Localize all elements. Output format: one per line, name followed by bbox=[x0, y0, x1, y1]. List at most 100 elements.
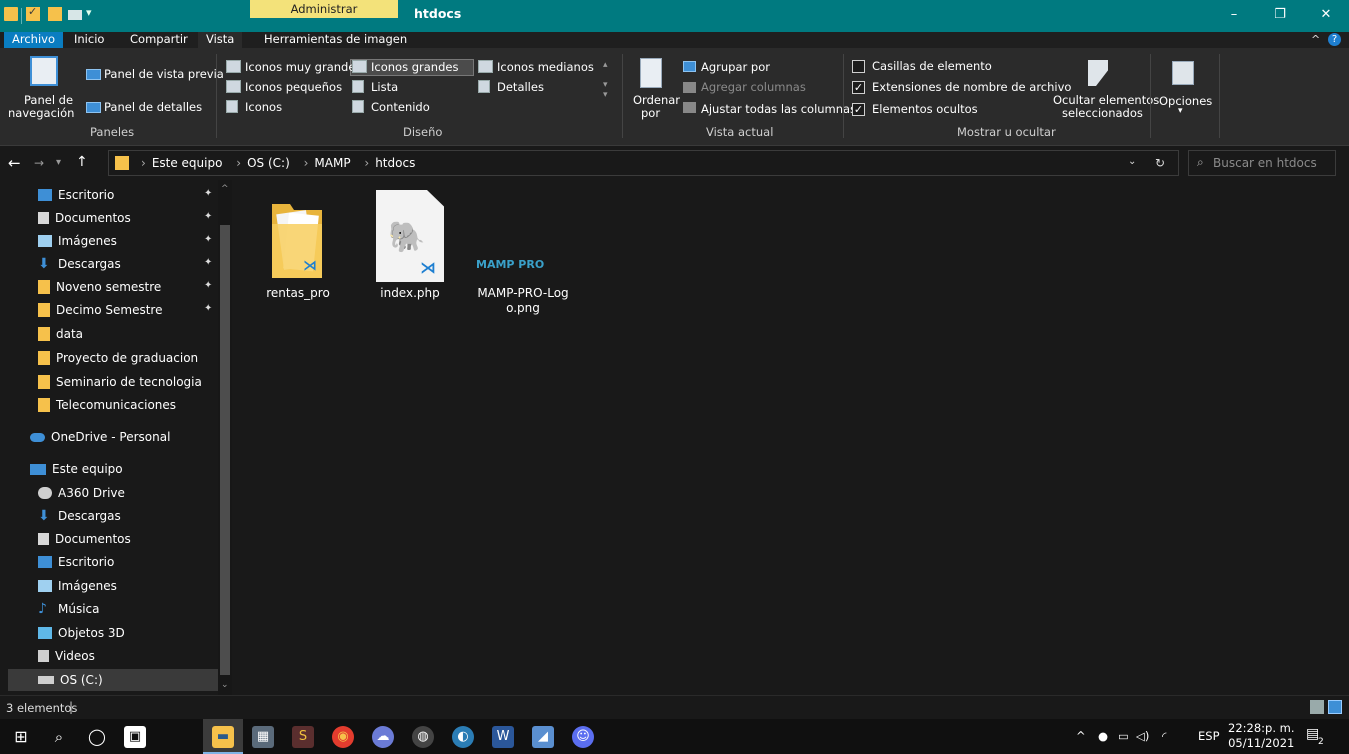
layout-medium[interactable]: Iconos medianos bbox=[497, 60, 594, 74]
pin-icon[interactable]: ✦ bbox=[204, 280, 212, 291]
preview-pane-button[interactable]: Panel de vista previa bbox=[104, 67, 224, 81]
layout-small[interactable]: Iconos pequeños bbox=[245, 80, 342, 94]
nav-item-desktop[interactable]: Escritorio bbox=[38, 184, 114, 206]
tab-file[interactable]: Archivo bbox=[4, 32, 63, 48]
search-box[interactable]: ⌕ Buscar en htdocs bbox=[1188, 150, 1336, 176]
nav-item-documents-pc[interactable]: Documentos bbox=[38, 528, 131, 550]
pin-icon[interactable]: ✦ bbox=[204, 188, 212, 199]
nav-item-downloads[interactable]: ⬇ Descargas bbox=[38, 253, 121, 275]
pin-icon[interactable]: ✦ bbox=[204, 211, 212, 222]
help-icon[interactable]: ? bbox=[1328, 33, 1341, 46]
navigation-pane-label[interactable]: Panel de bbox=[24, 93, 73, 107]
nav-item-onedrive[interactable]: OneDrive - Personal bbox=[30, 426, 170, 448]
chevron-down-icon[interactable]: ▾ bbox=[1178, 106, 1183, 116]
layout-scroll-arrows[interactable]: ▴ ▾ ▾ bbox=[603, 60, 615, 118]
nav-item-3d-objects[interactable]: Objetos 3D bbox=[38, 622, 125, 644]
add-columns-button[interactable]: Agregar columnas bbox=[701, 80, 806, 94]
nav-item-this-pc[interactable]: Este equipo bbox=[30, 458, 123, 480]
tab-picture-tools[interactable]: Herramientas de imagen bbox=[256, 32, 415, 48]
up-arrow-icon[interactable]: ↑ bbox=[76, 154, 88, 170]
word-icon[interactable]: W bbox=[492, 726, 514, 748]
language-indicator[interactable]: ESP bbox=[1198, 729, 1220, 743]
scroll-down-icon[interactable]: ⌄ bbox=[221, 680, 229, 690]
refresh-icon[interactable]: ↻ bbox=[1155, 156, 1165, 170]
new-folder-icon[interactable] bbox=[48, 7, 62, 21]
tray-overflow-icon[interactable]: ^ bbox=[1076, 729, 1086, 743]
search-icon[interactable]: ⌕ bbox=[48, 726, 70, 748]
store-icon[interactable]: ▣ bbox=[124, 726, 146, 748]
hide-selected-button-2[interactable]: seleccionados bbox=[1062, 106, 1143, 120]
nav-item-documents[interactable]: Documentos bbox=[38, 207, 131, 229]
notes-app-icon[interactable]: ◢ bbox=[532, 726, 554, 748]
sort-by-button[interactable]: Ordenar bbox=[633, 93, 680, 107]
discord-icon[interactable]: ☺ bbox=[572, 726, 594, 748]
tab-view[interactable]: Vista bbox=[198, 32, 243, 48]
crumb-this-pc[interactable]: Este equipo bbox=[152, 156, 223, 170]
tab-share[interactable]: Compartir bbox=[122, 32, 196, 48]
layout-details[interactable]: Detalles bbox=[497, 80, 544, 94]
nav-item-desktop-pc[interactable]: Escritorio bbox=[38, 551, 114, 573]
layout-large[interactable]: Iconos grandes bbox=[371, 60, 458, 74]
nav-item-folder[interactable]: data bbox=[38, 323, 83, 345]
chrome-icon[interactable]: ◉ bbox=[332, 726, 354, 748]
clock[interactable]: 22:28:p. m. 05/11/2021 bbox=[1228, 721, 1294, 751]
scroll-up-icon[interactable]: ^ bbox=[221, 184, 229, 194]
crumb-mamp[interactable]: MAMP bbox=[314, 156, 350, 170]
nav-item-folder[interactable]: Seminario de tecnologia bbox=[38, 371, 202, 393]
minimize-button[interactable]: – bbox=[1211, 0, 1257, 32]
fit-columns-button[interactable]: Ajustar todas las columnas bbox=[701, 102, 856, 116]
mamp-icon[interactable]: ◍ bbox=[412, 726, 434, 748]
search-input[interactable]: Buscar en htdocs bbox=[1213, 156, 1317, 170]
navigation-pane-label-2[interactable]: navegación bbox=[8, 106, 74, 120]
nav-item-os-c[interactable]: OS (C:) bbox=[8, 669, 218, 691]
address-history-icon[interactable]: ⌄ bbox=[1128, 156, 1136, 167]
options-button[interactable]: Opciones bbox=[1159, 94, 1212, 108]
sublime-text-icon[interactable]: S bbox=[292, 726, 314, 748]
file-extensions-checkbox[interactable]: ✓ bbox=[852, 81, 865, 94]
close-button[interactable]: ✕ bbox=[1303, 0, 1349, 32]
rename-icon[interactable] bbox=[68, 10, 82, 20]
hidden-items-checkbox[interactable]: ✓ bbox=[852, 103, 865, 116]
tab-home[interactable]: Inicio bbox=[66, 32, 112, 48]
nav-item-folder[interactable]: Decimo Semestre bbox=[38, 299, 162, 321]
windows-start-icon[interactable]: ⊞ bbox=[10, 726, 32, 748]
pin-icon[interactable]: ✦ bbox=[204, 257, 212, 268]
nav-item-folder[interactable]: Telecomunicaciones bbox=[38, 394, 176, 416]
nav-item-folder[interactable]: Noveno semestre bbox=[38, 276, 161, 298]
address-bar[interactable]: › Este equipo › OS (C:) › MAMP › htdocs ⌄ ↻ bbox=[108, 150, 1179, 176]
forward-arrow-icon[interactable]: → bbox=[34, 156, 44, 170]
cloud-app-icon[interactable]: ☁ bbox=[372, 726, 394, 748]
pin-icon[interactable]: ✦ bbox=[204, 234, 212, 245]
properties-icon[interactable] bbox=[26, 5, 40, 21]
recent-locations-icon[interactable]: ▾ bbox=[56, 157, 61, 168]
crumb-htdocs[interactable]: htdocs bbox=[375, 156, 415, 170]
crumb-os-c[interactable]: OS (C:) bbox=[247, 156, 290, 170]
file-explorer-icon[interactable]: ▬ bbox=[212, 726, 234, 748]
calculator-icon[interactable]: ▦ bbox=[252, 726, 274, 748]
details-view-icon[interactable] bbox=[1310, 700, 1324, 714]
layout-icons[interactable]: Iconos bbox=[245, 100, 282, 114]
nav-item-music[interactable]: ♪ Música bbox=[38, 598, 100, 620]
hide-selected-button[interactable]: Ocultar elementos bbox=[1053, 93, 1159, 107]
nav-item-a360[interactable]: A360 Drive bbox=[38, 482, 125, 504]
collapse-ribbon-icon[interactable]: ^ bbox=[1311, 33, 1320, 46]
group-by-button[interactable]: Agrupar por bbox=[701, 60, 770, 74]
chrome-canary-icon[interactable]: ◐ bbox=[452, 726, 474, 748]
wifi-icon[interactable]: ◜ bbox=[1162, 729, 1166, 743]
details-pane-button[interactable]: Panel de detalles bbox=[104, 100, 202, 114]
volume-icon[interactable]: ◁) bbox=[1136, 729, 1149, 743]
large-icons-view-icon[interactable] bbox=[1328, 700, 1342, 714]
nav-item-pictures-pc[interactable]: Imágenes bbox=[38, 575, 117, 597]
nav-item-downloads-pc[interactable]: ⬇ Descargas bbox=[38, 505, 121, 527]
layout-list[interactable]: Lista bbox=[371, 80, 398, 94]
layout-content[interactable]: Contenido bbox=[371, 100, 430, 114]
pin-icon[interactable]: ✦ bbox=[204, 303, 212, 314]
nav-item-pictures[interactable]: Imágenes bbox=[38, 230, 117, 252]
back-arrow-icon[interactable]: ← bbox=[8, 154, 21, 172]
item-checkboxes-checkbox[interactable] bbox=[852, 60, 865, 73]
sort-by-button-2[interactable]: por bbox=[641, 106, 660, 120]
scrollbar-thumb[interactable] bbox=[220, 225, 230, 675]
cortana-icon[interactable]: ◯ bbox=[86, 726, 108, 748]
layout-extra-large[interactable]: Iconos muy grandes bbox=[245, 60, 361, 74]
battery-icon[interactable]: ▭ bbox=[1118, 729, 1129, 743]
